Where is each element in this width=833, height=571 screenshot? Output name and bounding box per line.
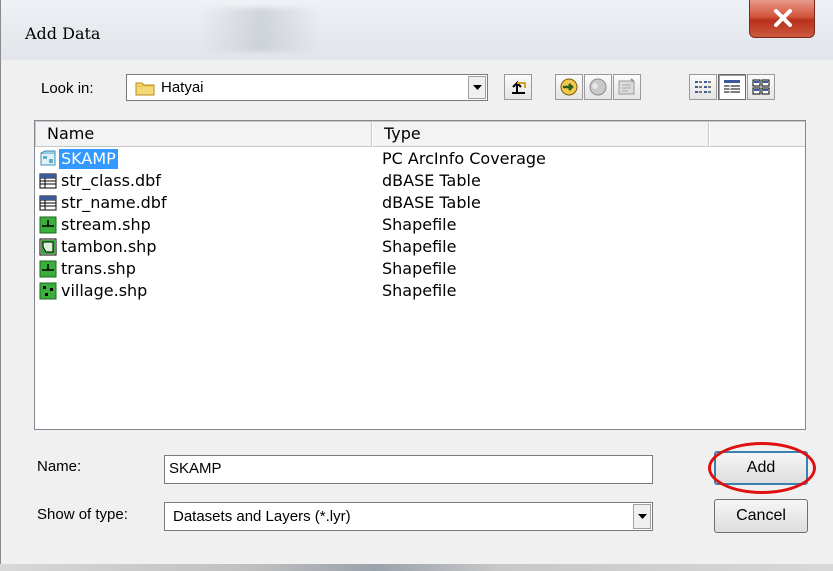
up-one-level-icon [512,80,526,94]
thumbnails-view-button[interactable] [747,74,775,100]
chevron-down-icon [472,84,482,90]
column-header-empty [709,121,805,147]
connect-to-folder-icon [560,78,578,96]
background-strip [0,564,833,571]
file-list-header: Name Type [35,121,805,147]
show-of-type-dropdown[interactable]: Datasets and Layers (*.lyr) [164,502,653,531]
disconnect-folder-icon [589,78,607,96]
new-catalog-item-button[interactable] [613,74,641,100]
list-item[interactable]: trans.shp Shapefile [35,258,805,280]
table-icon [39,173,57,189]
file-type: Shapefile [382,237,457,256]
window-title: Add Data [25,24,101,43]
coverage-icon [40,150,56,166]
list-item[interactable]: tambon.shp Shapefile [35,236,805,258]
column-header-name[interactable]: Name [35,121,372,147]
details-view-button[interactable] [718,74,746,100]
show-of-type-label: Show of type: [37,506,128,523]
list-item[interactable]: village.shp Shapefile [35,280,805,302]
show-of-type-dropdown-arrow[interactable] [633,504,651,529]
new-catalog-item-icon [618,78,635,95]
list-item[interactable]: str_class.dbf dBASE Table [35,170,805,192]
list-view-button[interactable] [689,74,717,100]
look-in-value: Hatyai [161,79,204,96]
close-icon [774,9,792,27]
file-name: trans.shp [61,259,136,278]
look-in-label: Look in: [41,80,94,97]
file-name: SKAMP [59,149,118,169]
thumbnails-view-icon [752,79,770,95]
list-item[interactable]: str_name.dbf dBASE Table [35,192,805,214]
file-name: tambon.shp [61,237,157,256]
file-list[interactable]: Name Type SKAMP PC ArcInfo Coverage str_… [34,120,806,430]
list-item[interactable]: SKAMP PC ArcInfo Coverage [35,148,805,170]
add-data-dialog: Add Data Look in: Hatyai Name Type SKAMP… [0,0,833,571]
file-type: Shapefile [382,215,457,234]
column-header-type[interactable]: Type [372,121,709,147]
disconnect-folder-button[interactable] [584,74,612,100]
file-type: PC ArcInfo Coverage [382,149,546,168]
list-item[interactable]: stream.shp Shapefile [35,214,805,236]
file-type: Shapefile [382,259,457,278]
folder-icon [135,82,155,96]
table-icon [39,195,57,211]
close-button[interactable] [749,0,815,38]
look-in-dropdown[interactable]: Hatyai [126,74,488,101]
line-shapefile-icon [39,260,57,278]
file-name: str_class.dbf [61,171,161,190]
line-shapefile-icon [39,216,57,234]
file-type: dBASE Table [382,171,481,190]
file-name: str_name.dbf [61,193,167,212]
cancel-button[interactable]: Cancel [714,499,808,533]
highlight-annotation [708,442,816,494]
file-name: village.shp [61,281,148,300]
title-bar[interactable]: Add Data [1,0,833,60]
file-type: dBASE Table [382,193,481,212]
list-view-icon [695,81,711,93]
look-in-dropdown-arrow[interactable] [468,76,486,99]
name-input[interactable]: SKAMP [164,455,653,484]
chevron-down-icon [637,513,647,519]
details-view-icon [724,80,740,94]
name-label: Name: [37,458,82,475]
show-of-type-value: Datasets and Layers (*.lyr) [173,508,351,525]
up-one-level-button[interactable] [504,74,532,100]
file-name: stream.shp [61,215,151,234]
connect-to-folder-button[interactable] [555,74,583,100]
background-window-ghost [201,8,321,52]
file-type: Shapefile [382,281,457,300]
point-shapefile-icon [39,282,57,300]
polygon-shapefile-icon [39,238,57,256]
